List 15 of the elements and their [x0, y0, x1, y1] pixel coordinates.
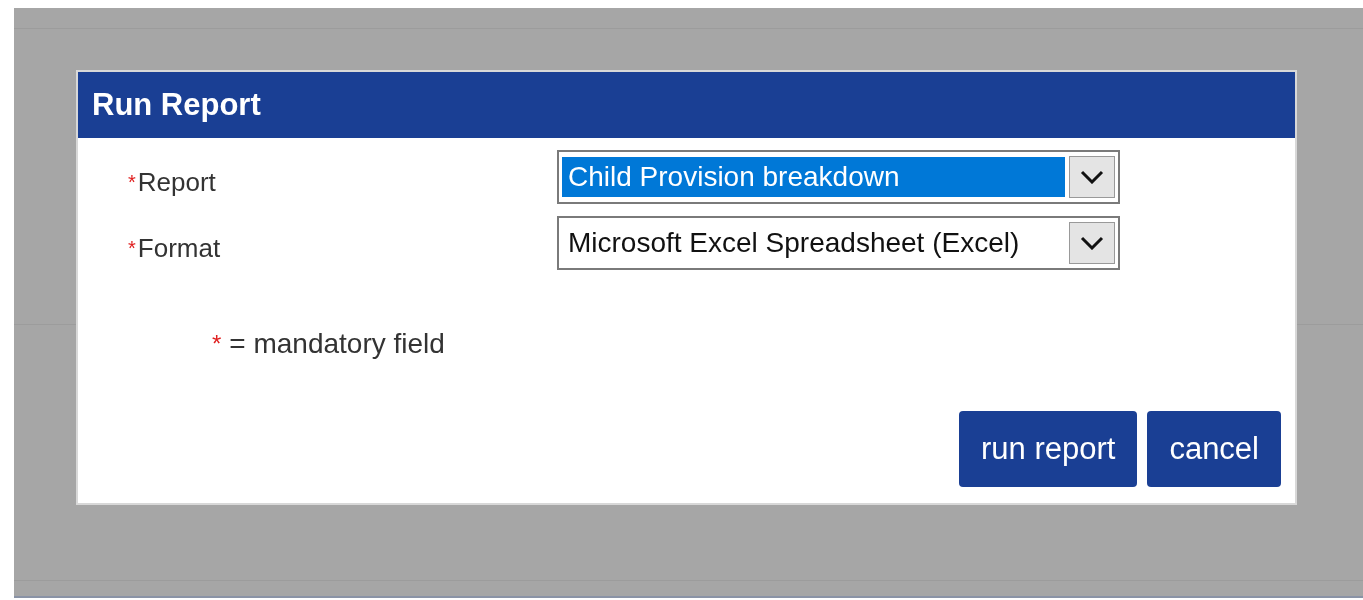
select-field[interactable]: Microsoft Excel Spreadsheet (Excel) [557, 216, 1120, 270]
required-mark: * [212, 330, 222, 358]
dialog-title: Run Report [92, 87, 261, 123]
field-label: Report [137, 166, 216, 198]
required-mark: * [128, 236, 136, 260]
dropdown-button[interactable] [1069, 156, 1115, 198]
field-label: Format [137, 232, 221, 264]
legend-text: = mandatory field [229, 328, 445, 360]
select-field[interactable]: Child Provision breakdown [557, 150, 1120, 204]
dropdown-button[interactable] [1069, 222, 1115, 264]
chevron-down-icon [1080, 170, 1104, 184]
cancel-button[interactable]: cancel [1147, 411, 1281, 487]
chevron-down-icon [1080, 236, 1104, 250]
required-mark: * [128, 170, 136, 194]
run-report-button[interactable]: run report [959, 411, 1138, 487]
